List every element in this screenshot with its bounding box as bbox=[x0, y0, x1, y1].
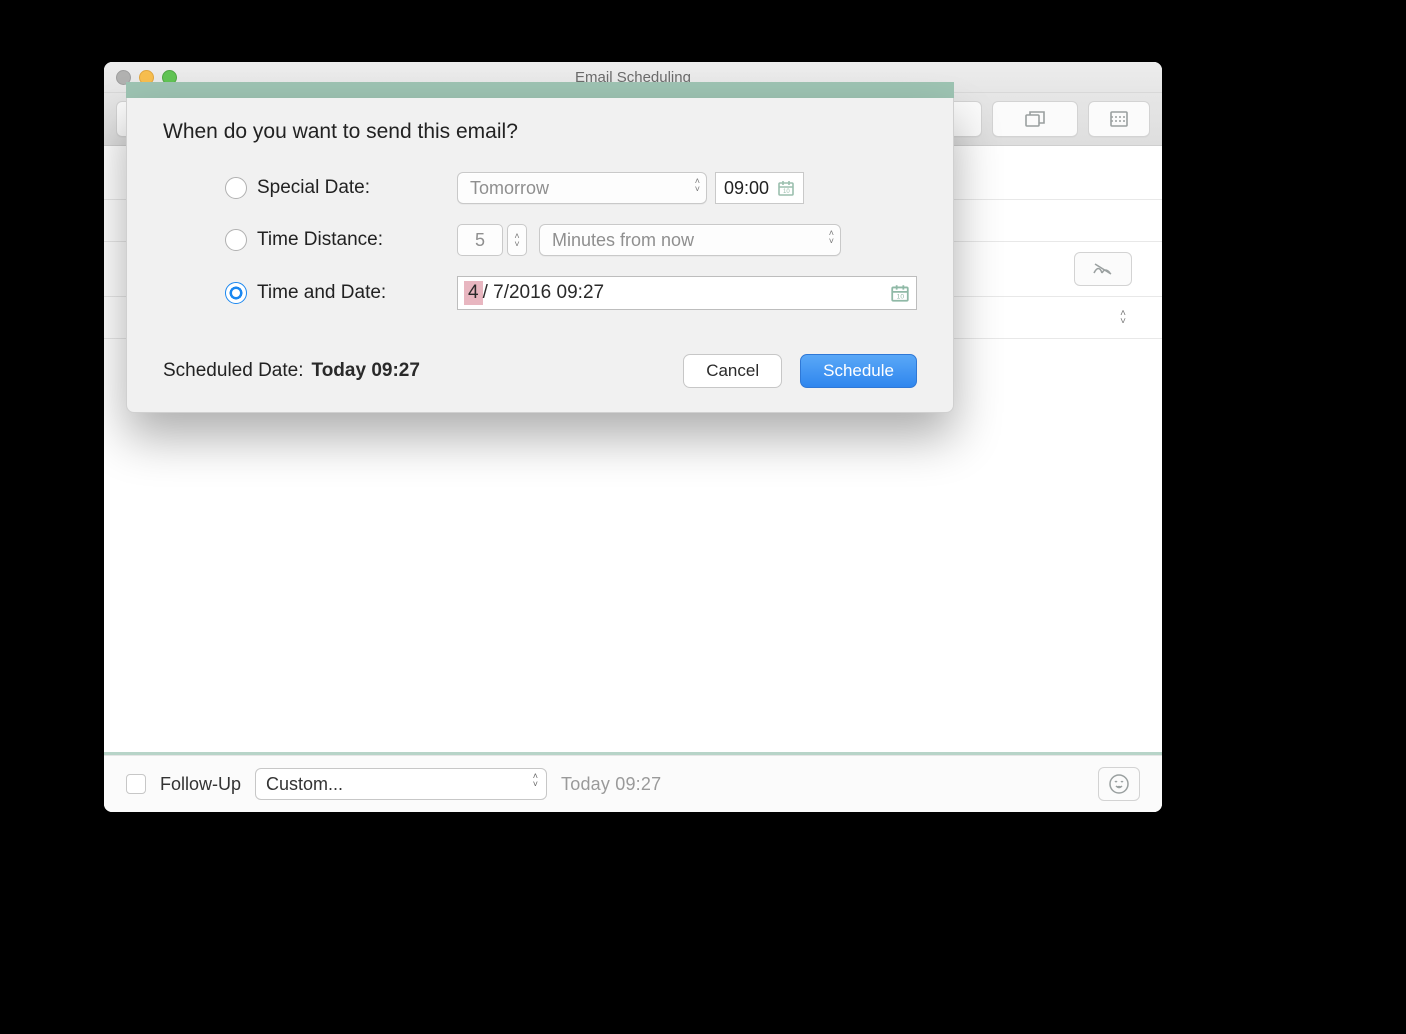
radio-time-distance[interactable] bbox=[225, 229, 247, 251]
from-account-stepper[interactable]: ˄ ˅ bbox=[1114, 310, 1132, 326]
label-time-and-date: Time and Date: bbox=[257, 282, 457, 304]
distance-number-field[interactable]: 5 bbox=[457, 224, 503, 256]
stepper-icon: ˄˅ bbox=[695, 177, 700, 193]
schedule-dialog: When do you want to send this email? Spe… bbox=[126, 98, 954, 413]
followup-preset-combo[interactable]: Custom... ˄˅ bbox=[255, 768, 547, 800]
windows-button[interactable] bbox=[992, 101, 1078, 137]
svg-text:10: 10 bbox=[897, 294, 905, 301]
scheduled-value: Today 09:27 bbox=[312, 360, 420, 382]
datetime-field[interactable]: 4 / 7/2016 09:27 10 bbox=[457, 276, 917, 310]
special-date-time-value: 09:00 bbox=[724, 178, 769, 199]
distance-number-value: 5 bbox=[475, 230, 485, 251]
stepper-icon: ˄˅ bbox=[829, 229, 834, 245]
followup-label: Follow-Up bbox=[160, 774, 241, 795]
datetime-rest: / 7/2016 09:27 bbox=[483, 282, 605, 304]
option-row-time-distance: Time Distance: 5 ˄˅ Minutes from now ˄˅ bbox=[163, 214, 917, 266]
face-icon bbox=[1108, 773, 1130, 795]
label-special-date: Special Date: bbox=[257, 177, 457, 199]
distance-stepper[interactable]: ˄˅ bbox=[507, 224, 527, 256]
calendar-icon[interactable]: 10 bbox=[890, 283, 910, 303]
cancel-button-label: Cancel bbox=[706, 361, 759, 381]
svg-text:10: 10 bbox=[783, 189, 790, 195]
followup-date-text: Today 09:27 bbox=[561, 774, 661, 795]
header-fields-icon bbox=[1110, 111, 1128, 127]
followup-checkbox[interactable] bbox=[126, 774, 146, 794]
header-toggle-button[interactable] bbox=[1088, 101, 1150, 137]
cancel-button[interactable]: Cancel bbox=[683, 354, 782, 388]
label-time-distance: Time Distance: bbox=[257, 229, 457, 251]
dialog-heading: When do you want to send this email? bbox=[163, 120, 917, 144]
distance-unit-value: Minutes from now bbox=[552, 230, 694, 251]
sheet-accent-bar bbox=[126, 82, 954, 98]
option-row-special-date: Special Date: Tomorrow ˄˅ 09:00 10 bbox=[163, 162, 917, 214]
stepper-icon: ˄˅ bbox=[533, 772, 538, 788]
signature-toggle-button[interactable] bbox=[1074, 252, 1132, 286]
windows-stack-icon bbox=[1025, 110, 1045, 128]
bottom-bar: Follow-Up Custom... ˄˅ Today 09:27 bbox=[104, 755, 1162, 812]
signature-off-icon bbox=[1092, 261, 1114, 277]
chevron-down-icon: ˅ bbox=[1120, 318, 1126, 326]
radio-special-date[interactable] bbox=[225, 177, 247, 199]
radio-time-and-date[interactable] bbox=[225, 282, 247, 304]
special-date-combo[interactable]: Tomorrow ˄˅ bbox=[457, 172, 707, 204]
option-row-time-and-date: Time and Date: 4 / 7/2016 09:27 10 bbox=[163, 266, 917, 320]
special-date-time-field[interactable]: 09:00 10 bbox=[715, 172, 804, 204]
distance-unit-combo[interactable]: Minutes from now ˄˅ bbox=[539, 224, 841, 256]
emoji-picker-button[interactable] bbox=[1098, 767, 1140, 801]
followup-preset-value: Custom... bbox=[266, 774, 343, 795]
datetime-month-segment[interactable]: 4 bbox=[464, 281, 483, 305]
calendar-icon: 10 bbox=[777, 179, 795, 197]
scheduled-summary-row: Scheduled Date: Today 09:27 Cancel Sched… bbox=[163, 354, 917, 388]
special-date-value: Tomorrow bbox=[470, 178, 549, 199]
schedule-button[interactable]: Schedule bbox=[800, 354, 917, 388]
schedule-button-label: Schedule bbox=[823, 361, 894, 381]
scheduled-label: Scheduled Date: bbox=[163, 360, 304, 382]
schedule-sheet: When do you want to send this email? Spe… bbox=[126, 82, 954, 413]
